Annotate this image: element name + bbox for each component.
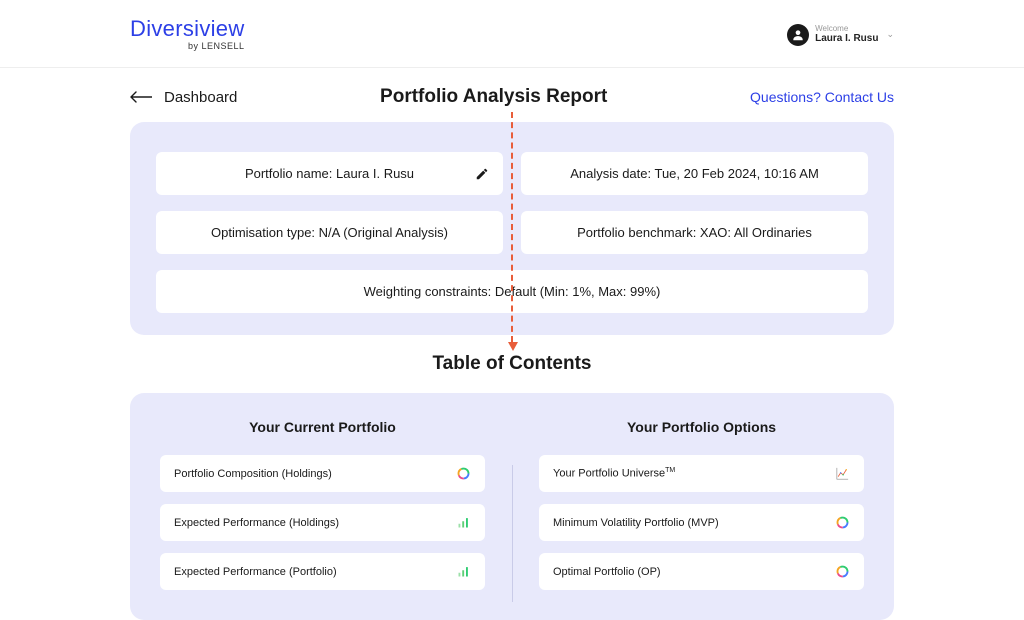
- optimisation-type-text: Optimisation type: N/A (Original Analysi…: [211, 225, 448, 240]
- toc-item-label: Portfolio Composition (Holdings): [174, 468, 332, 480]
- toc-item-composition[interactable]: Portfolio Composition (Holdings): [160, 455, 485, 492]
- analysis-date-text: Analysis date: Tue, 20 Feb 2024, 10:16 A…: [570, 166, 819, 181]
- toc-right-column: Your Portfolio Options Your Portfolio Un…: [539, 419, 864, 590]
- scatter-chart-icon: [835, 466, 850, 481]
- toc-divider: [512, 465, 513, 602]
- connector-arrow: [511, 112, 513, 342]
- toc-left-column: Your Current Portfolio Portfolio Composi…: [160, 419, 485, 590]
- optimisation-type-card: Optimisation type: N/A (Original Analysi…: [156, 211, 503, 254]
- back-label: Dashboard: [164, 89, 237, 106]
- toc-item-label: Expected Performance (Holdings): [174, 517, 339, 529]
- bar-chart-icon: [456, 515, 471, 530]
- chevron-down-icon: ⌄: [886, 29, 894, 40]
- toc-panel: Your Current Portfolio Portfolio Composi…: [130, 393, 894, 620]
- edit-icon[interactable]: [475, 167, 489, 181]
- user-menu[interactable]: Welcome Laura I. Rusu ⌄: [787, 24, 894, 46]
- arrow-left-icon: [130, 91, 152, 103]
- toc-right-heading: Your Portfolio Options: [539, 419, 864, 435]
- benchmark-card: Portfolio benchmark: XAO: All Ordinaries: [521, 211, 868, 254]
- welcome-label: Welcome: [815, 25, 878, 34]
- user-name: Laura I. Rusu: [815, 33, 878, 44]
- toc-item-mvp[interactable]: Minimum Volatility Portfolio (MVP): [539, 504, 864, 541]
- toc-item-perf-holdings[interactable]: Expected Performance (Holdings): [160, 504, 485, 541]
- toc-item-label: Minimum Volatility Portfolio (MVP): [553, 517, 719, 529]
- toc-item-universe[interactable]: Your Portfolio UniverseTM: [539, 455, 864, 492]
- toc-title: Table of Contents: [0, 353, 1024, 375]
- portfolio-name-text: Portfolio name: Laura I. Rusu: [245, 166, 414, 181]
- toc-item-perf-portfolio[interactable]: Expected Performance (Portfolio): [160, 553, 485, 590]
- donut-chart-icon: [456, 466, 471, 481]
- bar-chart-icon: [456, 564, 471, 579]
- avatar-icon: [787, 24, 809, 46]
- brand-logo[interactable]: Diversiview by LENSELL: [130, 18, 245, 51]
- toc-item-label: Your Portfolio UniverseTM: [553, 467, 675, 480]
- donut-chart-icon: [835, 564, 850, 579]
- donut-chart-icon: [835, 515, 850, 530]
- brand-subtitle: by LENSELL: [130, 42, 245, 51]
- portfolio-name-card: Portfolio name: Laura I. Rusu: [156, 152, 503, 195]
- contact-link[interactable]: Questions? Contact Us: [750, 89, 894, 105]
- analysis-date-card: Analysis date: Tue, 20 Feb 2024, 10:16 A…: [521, 152, 868, 195]
- toc-item-op[interactable]: Optimal Portfolio (OP): [539, 553, 864, 590]
- back-to-dashboard[interactable]: Dashboard: [130, 89, 237, 106]
- toc-left-heading: Your Current Portfolio: [160, 419, 485, 435]
- brand-title: Diversiview: [130, 18, 245, 40]
- benchmark-text: Portfolio benchmark: XAO: All Ordinaries: [577, 225, 812, 240]
- page-title: Portfolio Analysis Report: [380, 86, 607, 108]
